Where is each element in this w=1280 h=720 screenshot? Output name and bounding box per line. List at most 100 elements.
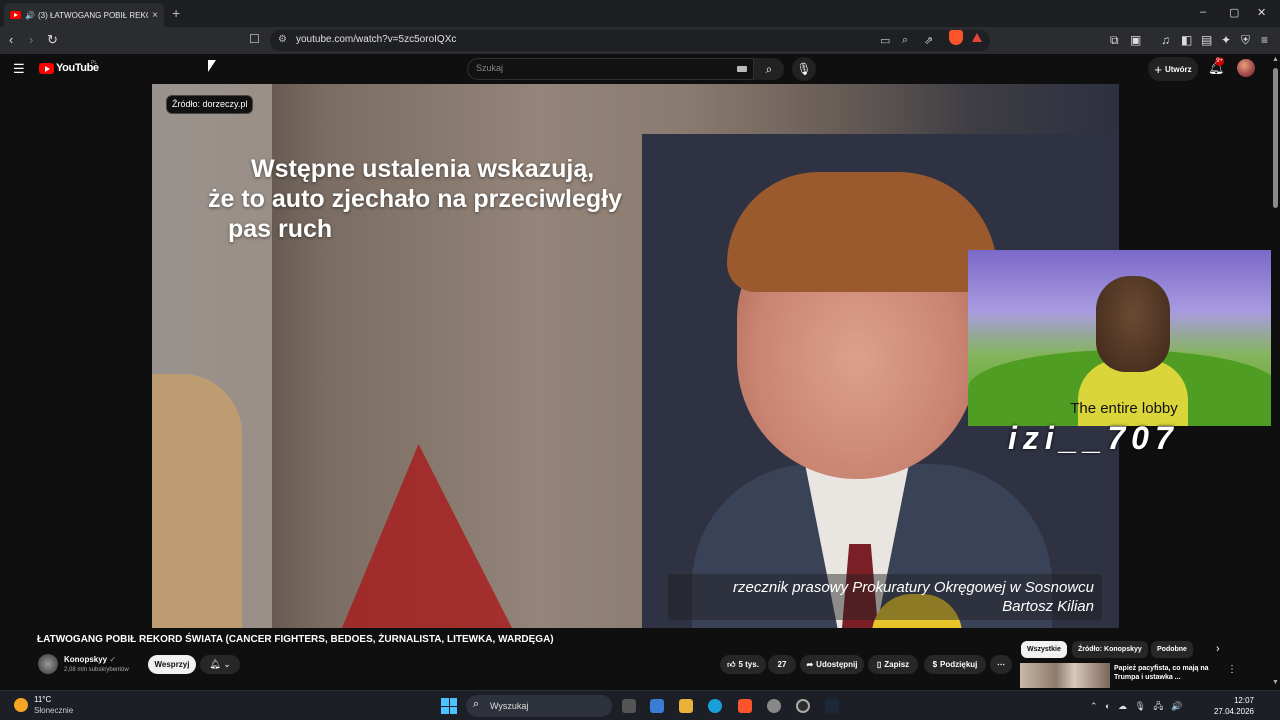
settings-icon[interactable] bbox=[767, 699, 781, 713]
subscription-bell-button[interactable]: 🔔︎ ⌄ bbox=[200, 655, 240, 674]
vpn-icon[interactable]: ⛨ bbox=[1241, 33, 1250, 48]
taskbar-clock[interactable]: 12:07 27.04.2026 bbox=[1212, 695, 1254, 717]
edge-icon[interactable] bbox=[708, 699, 722, 713]
caption-line: że to auto zjechało na przeciwległy bbox=[208, 185, 622, 213]
source-badge: Źródło: dorzeczy.pl bbox=[166, 95, 254, 114]
site-info-icon[interactable]: ⚙ bbox=[278, 34, 287, 45]
file-explorer-icon[interactable] bbox=[679, 699, 693, 713]
leo-ai-icon[interactable]: ✦ bbox=[1221, 33, 1231, 47]
chip-related[interactable]: Podobne bbox=[1151, 641, 1193, 658]
youtube-favicon-icon bbox=[10, 11, 21, 19]
brave-taskbar-icon[interactable] bbox=[738, 699, 752, 713]
chip-all[interactable]: Wszystkie bbox=[1021, 641, 1067, 658]
related-video-title[interactable]: Papież pacyfista, co mają na Trumpa i us… bbox=[1114, 664, 1224, 682]
share-button[interactable]: ➦ Udostępnij bbox=[800, 655, 864, 674]
youtube-logo-icon[interactable] bbox=[39, 63, 54, 74]
close-window-icon[interactable]: ✕ bbox=[1257, 6, 1266, 19]
browser-tab[interactable]: 🔊 (3) ŁATWOGANG POBIŁ REKO × bbox=[4, 3, 164, 27]
chevron-right-icon[interactable]: › bbox=[1216, 643, 1220, 655]
dislike-button[interactable]: 27 bbox=[768, 655, 796, 674]
taskbar-search[interactable]: ⌕ Wyszukaj bbox=[466, 695, 612, 717]
browser-menu-icon[interactable]: ≡ bbox=[1261, 33, 1268, 47]
dislike-count: 27 bbox=[777, 660, 787, 669]
caption-line: pas ruch bbox=[228, 215, 333, 243]
clock-date: 27.04.2026 bbox=[1213, 707, 1254, 716]
video-frame-flag-red bbox=[342, 444, 512, 628]
chevron-down-icon: ⌄ bbox=[223, 659, 231, 669]
bookmark-icon[interactable]: ☐ bbox=[249, 32, 260, 46]
search-button[interactable]: ⌕ bbox=[754, 58, 784, 80]
address-bar[interactable]: ⚙ youtube.com/watch?v=5zc5oroIQXc ▭ ⌕ ⇗ bbox=[270, 30, 990, 51]
share-icon[interactable]: ⇗ bbox=[924, 34, 933, 47]
new-tab-icon[interactable]: + bbox=[172, 5, 180, 21]
weather-sun-icon[interactable] bbox=[14, 698, 28, 712]
save-label: Zapisz bbox=[884, 660, 910, 669]
windows-taskbar: 11°C Słonecznie ⌕ Wyszukaj ⌃ ◐ ☁ 🎙 🖧 🔊 1… bbox=[0, 690, 1280, 720]
system-tray-icons[interactable]: ⌃ ◐ ☁ 🎙 🖧 🔊 bbox=[1090, 699, 1182, 715]
clock-time: 12:07 bbox=[1233, 696, 1254, 705]
thanks-button[interactable]: $ Podziękuj bbox=[924, 655, 986, 674]
sidebar-panel-icon[interactable]: ▣ bbox=[1130, 33, 1141, 47]
weather-condition[interactable]: Słonecznie bbox=[34, 706, 73, 715]
sidebar-icon[interactable]: ◧ bbox=[1181, 33, 1192, 47]
like-button[interactable]: 👍︎ 5 tys. bbox=[720, 655, 766, 674]
caption-line: Wstępne ustalenia wskazują, bbox=[251, 155, 595, 183]
search-input[interactable] bbox=[476, 63, 726, 73]
close-tab-icon[interactable]: × bbox=[152, 10, 158, 21]
more-icon: ⋯ bbox=[997, 660, 1005, 669]
bell-icon: 🔔︎ bbox=[209, 659, 221, 669]
brave-rewards-icon[interactable] bbox=[972, 33, 982, 42]
overlay-caption: The entire lobby bbox=[1070, 400, 1178, 417]
save-button[interactable]: ▯ Zapisz bbox=[868, 655, 918, 674]
search-box[interactable] bbox=[467, 58, 754, 80]
forward-icon[interactable]: › bbox=[29, 32, 33, 47]
video-frame-person-left bbox=[152, 374, 242, 628]
minimize-icon[interactable]: – bbox=[1200, 6, 1206, 18]
keyboard-icon[interactable] bbox=[737, 66, 747, 72]
task-view-icon[interactable] bbox=[622, 699, 636, 713]
voice-search-icon[interactable]: 🎙 bbox=[792, 57, 816, 81]
scroll-up-icon[interactable]: ▲ bbox=[1272, 56, 1279, 63]
mouse-cursor-icon bbox=[208, 60, 216, 72]
chip-from-channel[interactable]: Źródło: Konopskyy bbox=[1072, 641, 1148, 658]
channel-avatar[interactable] bbox=[38, 654, 58, 674]
nameplate-role: rzecznik prasowy Prokuratury Okręgowej w… bbox=[733, 579, 1094, 596]
media-icon[interactable]: ♫ bbox=[1161, 33, 1170, 47]
wallet-icon[interactable]: ▤ bbox=[1201, 33, 1212, 47]
related-video-thumbnail[interactable] bbox=[1020, 663, 1110, 688]
scroll-down-icon[interactable]: ▼ bbox=[1272, 679, 1279, 686]
like-count: 5 tys. bbox=[738, 660, 759, 669]
zoom-icon[interactable]: ⌕ bbox=[902, 34, 908, 47]
overlay-character-head bbox=[1096, 276, 1170, 372]
search-icon: ⌕ bbox=[473, 698, 480, 710]
maximize-icon[interactable]: ▢ bbox=[1229, 6, 1239, 19]
nameplate-name: Bartosz Kilian bbox=[1002, 598, 1094, 615]
create-button[interactable]: + Utwórz bbox=[1148, 57, 1198, 81]
store-icon[interactable] bbox=[650, 699, 664, 713]
speaker-nameplate: rzecznik prasowy Prokuratury Okręgowej w… bbox=[668, 574, 1102, 620]
extensions-icon[interactable]: ⧉ bbox=[1110, 33, 1119, 48]
back-icon[interactable]: ‹ bbox=[9, 32, 13, 47]
browser-tab-strip: 🔊 (3) ŁATWOGANG POBIŁ REKO × + – ▢ ✕ bbox=[0, 0, 1280, 27]
cast-icon[interactable]: ▭ bbox=[880, 34, 890, 47]
related-more-icon[interactable]: ⋮ bbox=[1227, 664, 1237, 675]
join-button[interactable]: Wesprzyj bbox=[148, 655, 196, 674]
channel-name[interactable]: Konopskyy ✓ bbox=[64, 655, 116, 664]
share-label: Udostępnij bbox=[816, 660, 858, 669]
more-actions-button[interactable]: ⋯ bbox=[990, 655, 1012, 674]
video-title: ŁATWOGANG POBIŁ REKORD ŚWIATA (CANCER FI… bbox=[37, 634, 554, 645]
steam-icon[interactable] bbox=[825, 699, 839, 713]
speaker-icon[interactable]: 🔊 bbox=[25, 11, 35, 20]
scrollbar-thumb[interactable] bbox=[1273, 68, 1278, 208]
url-text[interactable]: youtube.com/watch?v=5zc5oroIQXc bbox=[296, 34, 456, 45]
region-code: PL bbox=[91, 60, 98, 66]
weather-temperature[interactable]: 11°C bbox=[34, 695, 51, 704]
brave-shields-icon[interactable] bbox=[949, 30, 963, 45]
start-button[interactable] bbox=[441, 698, 457, 714]
stream-overlay-webcam: The entire lobby bbox=[968, 250, 1280, 426]
account-avatar[interactable] bbox=[1237, 59, 1255, 77]
reload-icon[interactable]: ↻ bbox=[47, 32, 58, 48]
obs-icon[interactable] bbox=[796, 699, 810, 713]
hamburger-menu-icon[interactable]: ☰ bbox=[13, 61, 25, 77]
share-icon: ➦ bbox=[806, 660, 814, 669]
